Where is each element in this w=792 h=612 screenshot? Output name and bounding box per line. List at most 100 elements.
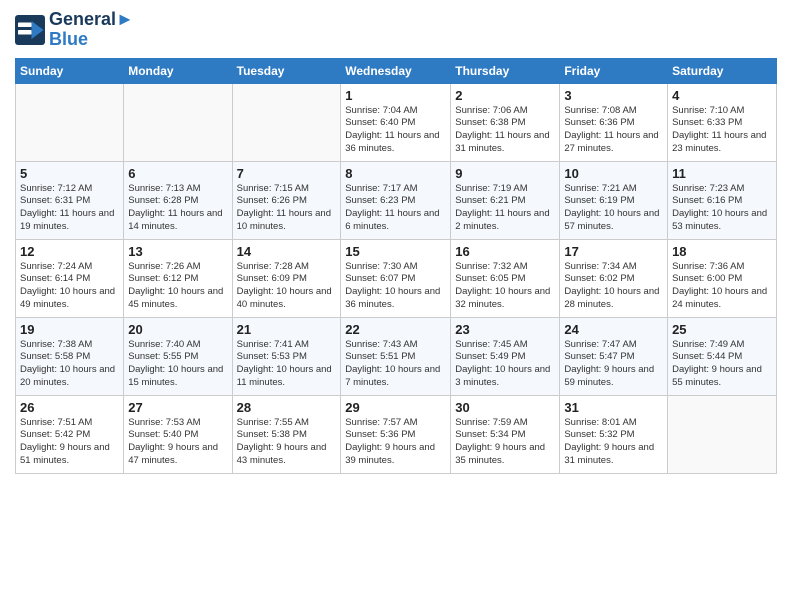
week-row-3: 12 Sunrise: 7:24 AM Sunset: 6:14 PM Dayli… <box>16 239 777 317</box>
logo-text: General► Blue <box>49 10 134 50</box>
calendar-cell: 18 Sunrise: 7:36 AM Sunset: 6:00 PM Dayli… <box>668 239 777 317</box>
day-number: 3 <box>564 88 663 103</box>
day-number: 28 <box>237 400 337 415</box>
weekday-header-row: SundayMondayTuesdayWednesdayThursdayFrid… <box>16 58 777 83</box>
day-number: 12 <box>20 244 119 259</box>
day-info: Sunrise: 7:13 AM Sunset: 6:28 PM Dayligh… <box>128 183 227 234</box>
day-info: Sunrise: 7:26 AM Sunset: 6:12 PM Dayligh… <box>128 261 227 312</box>
day-info: Sunrise: 7:49 AM Sunset: 5:44 PM Dayligh… <box>672 339 772 390</box>
day-info: Sunrise: 7:55 AM Sunset: 5:38 PM Dayligh… <box>237 417 337 468</box>
day-info: Sunrise: 7:59 AM Sunset: 5:34 PM Dayligh… <box>455 417 555 468</box>
day-number: 13 <box>128 244 227 259</box>
calendar-cell: 14 Sunrise: 7:28 AM Sunset: 6:09 PM Dayli… <box>232 239 341 317</box>
calendar-cell: 2 Sunrise: 7:06 AM Sunset: 6:38 PM Daylig… <box>451 83 560 161</box>
day-info: Sunrise: 7:04 AM Sunset: 6:40 PM Dayligh… <box>345 105 446 156</box>
day-number: 29 <box>345 400 446 415</box>
day-number: 24 <box>564 322 663 337</box>
calendar-cell: 11Sunrise: 7:23 AM Sunset: 6:16 PM Dayli… <box>668 161 777 239</box>
weekday-header-wednesday: Wednesday <box>341 58 451 83</box>
logo-icon <box>15 15 45 45</box>
calendar-cell <box>232 83 341 161</box>
calendar-cell: 20 Sunrise: 7:40 AM Sunset: 5:55 PM Dayli… <box>124 317 232 395</box>
day-number: 30 <box>455 400 555 415</box>
calendar-cell: 22Sunrise: 7:43 AM Sunset: 5:51 PM Dayli… <box>341 317 451 395</box>
calendar-cell: 10 Sunrise: 7:21 AM Sunset: 6:19 PM Dayli… <box>560 161 668 239</box>
calendar-cell: 6 Sunrise: 7:13 AM Sunset: 6:28 PM Daylig… <box>124 161 232 239</box>
day-info: Sunrise: 7:06 AM Sunset: 6:38 PM Dayligh… <box>455 105 555 156</box>
day-info: Sunrise: 7:53 AM Sunset: 5:40 PM Dayligh… <box>128 417 227 468</box>
calendar-cell: 27 Sunrise: 7:53 AM Sunset: 5:40 PM Dayli… <box>124 395 232 473</box>
day-number: 7 <box>237 166 337 181</box>
calendar-cell <box>668 395 777 473</box>
day-info: Sunrise: 7:24 AM Sunset: 6:14 PM Dayligh… <box>20 261 119 312</box>
weekday-header-friday: Friday <box>560 58 668 83</box>
calendar-cell: 23 Sunrise: 7:45 AM Sunset: 5:49 PM Dayli… <box>451 317 560 395</box>
day-number: 31 <box>564 400 663 415</box>
calendar-cell: 24 Sunrise: 7:47 AM Sunset: 5:47 PM Dayli… <box>560 317 668 395</box>
calendar-cell: 16 Sunrise: 7:32 AM Sunset: 6:05 PM Dayli… <box>451 239 560 317</box>
calendar-cell <box>16 83 124 161</box>
calendar-cell: 15Sunrise: 7:30 AM Sunset: 6:07 PM Dayli… <box>341 239 451 317</box>
week-row-4: 19 Sunrise: 7:38 AM Sunset: 5:58 PM Dayli… <box>16 317 777 395</box>
day-info: Sunrise: 7:21 AM Sunset: 6:19 PM Dayligh… <box>564 183 663 234</box>
day-number: 27 <box>128 400 227 415</box>
page-container: General► Blue SundayMondayTuesdayWednesd… <box>0 0 792 484</box>
week-row-5: 26 Sunrise: 7:51 AM Sunset: 5:42 PM Dayli… <box>16 395 777 473</box>
day-number: 9 <box>455 166 555 181</box>
day-number: 17 <box>564 244 663 259</box>
day-number: 26 <box>20 400 119 415</box>
calendar-cell: 3Sunrise: 7:08 AM Sunset: 6:36 PM Daylig… <box>560 83 668 161</box>
calendar-cell: 7 Sunrise: 7:15 AM Sunset: 6:26 PM Daylig… <box>232 161 341 239</box>
day-info: Sunrise: 7:30 AM Sunset: 6:07 PM Dayligh… <box>345 261 446 312</box>
day-number: 14 <box>237 244 337 259</box>
day-info: Sunrise: 7:51 AM Sunset: 5:42 PM Dayligh… <box>20 417 119 468</box>
day-info: Sunrise: 7:40 AM Sunset: 5:55 PM Dayligh… <box>128 339 227 390</box>
day-number: 19 <box>20 322 119 337</box>
calendar-cell: 5Sunrise: 7:12 AM Sunset: 6:31 PM Daylig… <box>16 161 124 239</box>
day-info: Sunrise: 7:36 AM Sunset: 6:00 PM Dayligh… <box>672 261 772 312</box>
calendar-cell: 30 Sunrise: 7:59 AM Sunset: 5:34 PM Dayli… <box>451 395 560 473</box>
day-info: Sunrise: 7:47 AM Sunset: 5:47 PM Dayligh… <box>564 339 663 390</box>
day-number: 10 <box>564 166 663 181</box>
day-info: Sunrise: 7:28 AM Sunset: 6:09 PM Dayligh… <box>237 261 337 312</box>
day-info: Sunrise: 7:34 AM Sunset: 6:02 PM Dayligh… <box>564 261 663 312</box>
weekday-header-saturday: Saturday <box>668 58 777 83</box>
header: General► Blue <box>15 10 777 50</box>
day-info: Sunrise: 7:32 AM Sunset: 6:05 PM Dayligh… <box>455 261 555 312</box>
calendar-cell: 19 Sunrise: 7:38 AM Sunset: 5:58 PM Dayli… <box>16 317 124 395</box>
calendar-cell <box>124 83 232 161</box>
day-number: 4 <box>672 88 772 103</box>
week-row-1: 1 Sunrise: 7:04 AM Sunset: 6:40 PM Daylig… <box>16 83 777 161</box>
calendar-table: SundayMondayTuesdayWednesdayThursdayFrid… <box>15 58 777 474</box>
day-number: 23 <box>455 322 555 337</box>
day-info: Sunrise: 8:01 AM Sunset: 5:32 PM Dayligh… <box>564 417 663 468</box>
day-number: 20 <box>128 322 227 337</box>
day-info: Sunrise: 7:45 AM Sunset: 5:49 PM Dayligh… <box>455 339 555 390</box>
week-row-2: 5Sunrise: 7:12 AM Sunset: 6:31 PM Daylig… <box>16 161 777 239</box>
calendar-cell: 8 Sunrise: 7:17 AM Sunset: 6:23 PM Daylig… <box>341 161 451 239</box>
day-number: 16 <box>455 244 555 259</box>
day-info: Sunrise: 7:43 AM Sunset: 5:51 PM Dayligh… <box>345 339 446 390</box>
calendar-cell: 29 Sunrise: 7:57 AM Sunset: 5:36 PM Dayli… <box>341 395 451 473</box>
day-number: 2 <box>455 88 555 103</box>
day-number: 25 <box>672 322 772 337</box>
day-info: Sunrise: 7:17 AM Sunset: 6:23 PM Dayligh… <box>345 183 446 234</box>
calendar-cell: 28 Sunrise: 7:55 AM Sunset: 5:38 PM Dayli… <box>232 395 341 473</box>
day-number: 18 <box>672 244 772 259</box>
weekday-header-sunday: Sunday <box>16 58 124 83</box>
calendar-cell: 21 Sunrise: 7:41 AM Sunset: 5:53 PM Dayli… <box>232 317 341 395</box>
day-info: Sunrise: 7:15 AM Sunset: 6:26 PM Dayligh… <box>237 183 337 234</box>
day-info: Sunrise: 7:12 AM Sunset: 6:31 PM Dayligh… <box>20 183 119 234</box>
day-number: 21 <box>237 322 337 337</box>
day-info: Sunrise: 7:19 AM Sunset: 6:21 PM Dayligh… <box>455 183 555 234</box>
day-number: 6 <box>128 166 227 181</box>
day-number: 8 <box>345 166 446 181</box>
day-number: 1 <box>345 88 446 103</box>
day-info: Sunrise: 7:38 AM Sunset: 5:58 PM Dayligh… <box>20 339 119 390</box>
day-info: Sunrise: 7:41 AM Sunset: 5:53 PM Dayligh… <box>237 339 337 390</box>
day-info: Sunrise: 7:57 AM Sunset: 5:36 PM Dayligh… <box>345 417 446 468</box>
calendar-cell: 31 Sunrise: 8:01 AM Sunset: 5:32 PM Dayli… <box>560 395 668 473</box>
calendar-cell: 12 Sunrise: 7:24 AM Sunset: 6:14 PM Dayli… <box>16 239 124 317</box>
calendar-cell: 13 Sunrise: 7:26 AM Sunset: 6:12 PM Dayli… <box>124 239 232 317</box>
weekday-header-tuesday: Tuesday <box>232 58 341 83</box>
